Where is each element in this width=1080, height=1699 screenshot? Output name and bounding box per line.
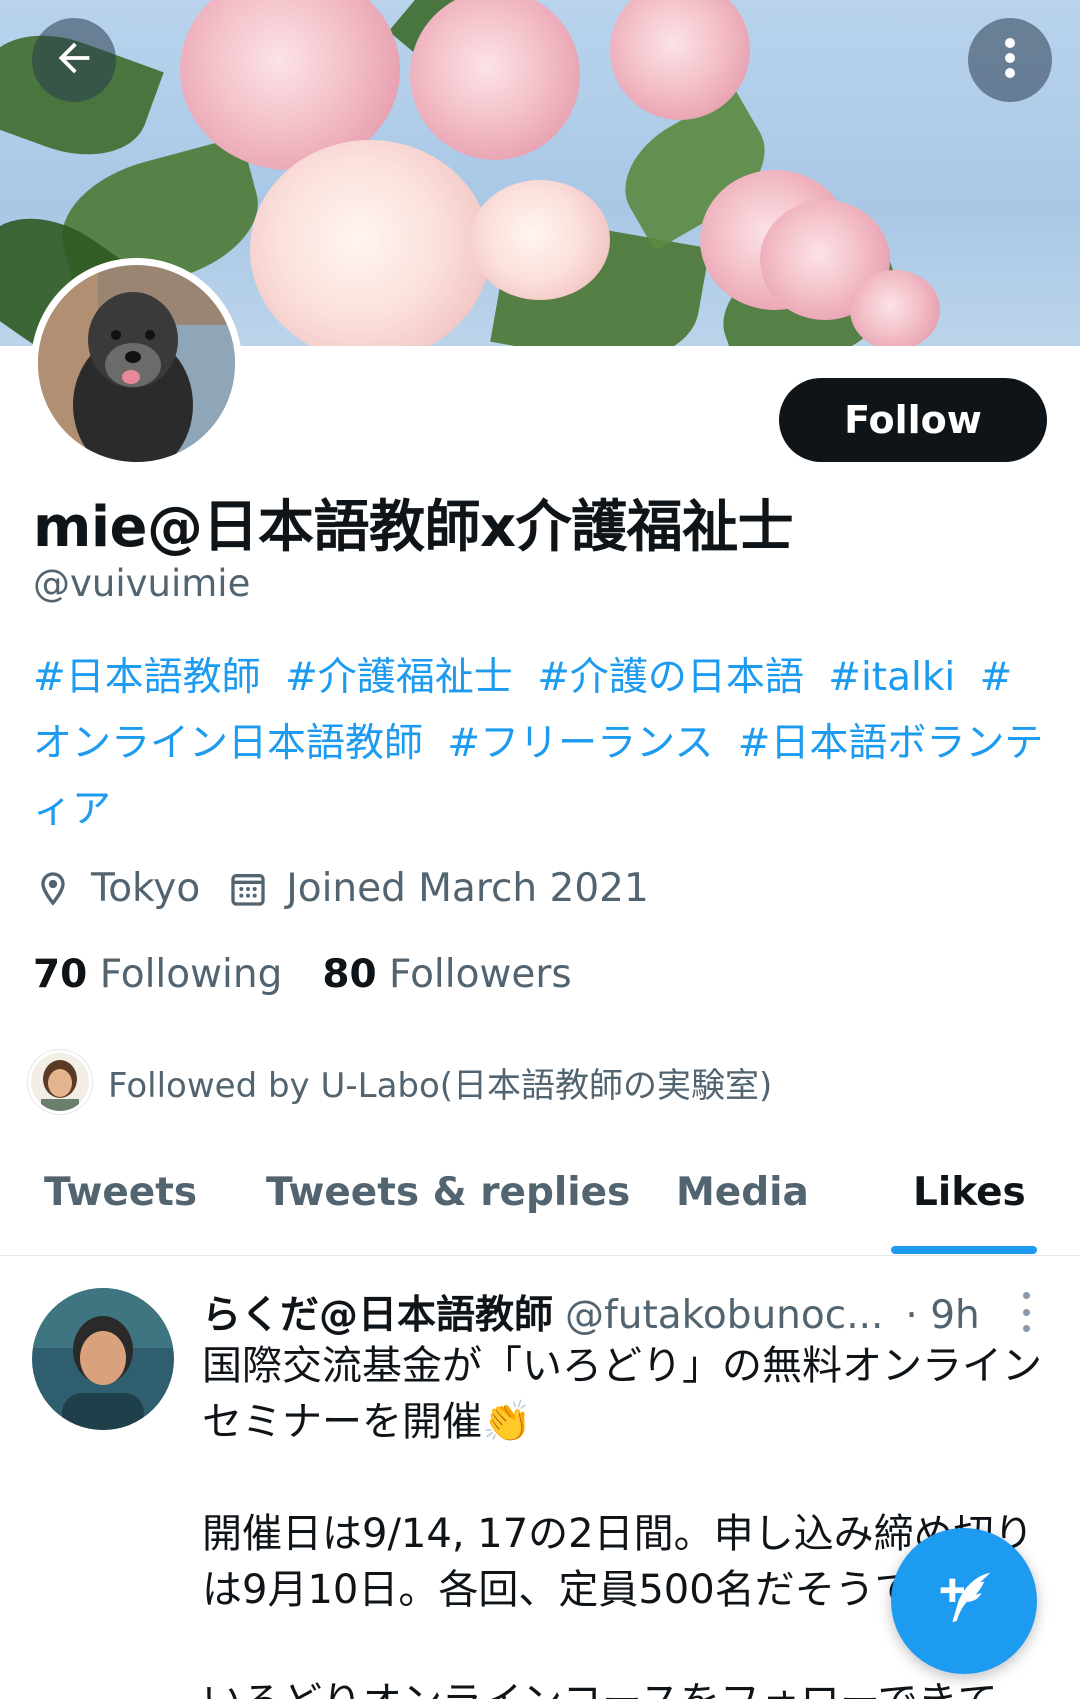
tweet-line: 国際交流基金が「いろどり」の無料オンラインセミナーを開催👏 bbox=[202, 1343, 1042, 1445]
tab-tweets[interactable]: Tweets bbox=[44, 1170, 197, 1215]
following-count: 70 bbox=[33, 952, 88, 997]
tweet-line: いろどりオンラインコースをフォローできて bbox=[202, 1674, 1052, 1699]
more-options-button[interactable] bbox=[968, 18, 1052, 102]
profile-avatar[interactable] bbox=[31, 258, 242, 469]
profile-meta: Tokyo Joined March 2021 bbox=[33, 866, 649, 911]
tweet-author-handle[interactable]: @futakobunoc... bbox=[565, 1293, 883, 1338]
hashtag-link[interactable]: #italki bbox=[828, 655, 955, 700]
follower-avatar bbox=[28, 1050, 92, 1114]
joined-date: Joined March 2021 bbox=[228, 866, 649, 911]
followers-label: Followers bbox=[389, 952, 572, 997]
followers-count: 80 bbox=[322, 952, 377, 997]
followed-by[interactable]: Followed by U-Labo(日本語教師の実験室) bbox=[28, 1050, 772, 1114]
compose-tweet-icon bbox=[929, 1564, 999, 1638]
followers-link[interactable]: 80 Followers bbox=[322, 952, 571, 997]
calendar-icon bbox=[228, 869, 268, 909]
hashtag-link[interactable]: #日本語教師 bbox=[33, 655, 261, 700]
tweet-header: らくだ@日本語教師 @futakobunoc... · 9h bbox=[202, 1284, 980, 1340]
follow-button[interactable]: Follow bbox=[779, 378, 1047, 462]
arrow-left-icon bbox=[51, 35, 97, 85]
hashtag-link[interactable]: #フリーランス bbox=[447, 721, 713, 766]
profile-tabs: Tweets Tweets & replies Media Likes bbox=[0, 1148, 1080, 1256]
following-label: Following bbox=[99, 952, 283, 997]
user-handle: @vuivuimie bbox=[33, 562, 251, 605]
tab-tweets-replies[interactable]: Tweets & replies bbox=[266, 1170, 630, 1215]
tweet-author-name[interactable]: らくだ@日本語教師 bbox=[202, 1284, 553, 1340]
more-vertical-icon bbox=[990, 35, 1030, 85]
tab-likes[interactable]: Likes bbox=[913, 1170, 1026, 1215]
tweet-time[interactable]: · 9h bbox=[905, 1293, 979, 1338]
display-name: mie@日本語教師x介護福祉士 bbox=[33, 495, 794, 560]
tweet-more-icon[interactable] bbox=[1016, 1292, 1036, 1332]
back-button[interactable] bbox=[32, 18, 116, 102]
hashtag-link[interactable]: #介護福祉士 bbox=[285, 655, 513, 700]
compose-tweet-button[interactable] bbox=[891, 1528, 1037, 1674]
joined-text: Joined March 2021 bbox=[286, 866, 649, 911]
location-text: Tokyo bbox=[91, 866, 201, 911]
profile-bio: #日本語教師 #介護福祉士 #介護の日本語 #italki #オンライン日本語教… bbox=[33, 645, 1048, 843]
active-tab-indicator bbox=[891, 1246, 1037, 1254]
tab-media[interactable]: Media bbox=[676, 1170, 809, 1215]
tweet-author-avatar[interactable] bbox=[32, 1288, 174, 1430]
followed-by-text: Followed by U-Labo(日本語教師の実験室) bbox=[108, 1065, 773, 1106]
following-link[interactable]: 70 Following bbox=[33, 952, 282, 997]
hashtag-link[interactable]: #介護の日本語 bbox=[537, 655, 804, 700]
location-pin-icon bbox=[33, 869, 73, 909]
follow-stats: 70 Following 80 Followers bbox=[33, 952, 572, 997]
